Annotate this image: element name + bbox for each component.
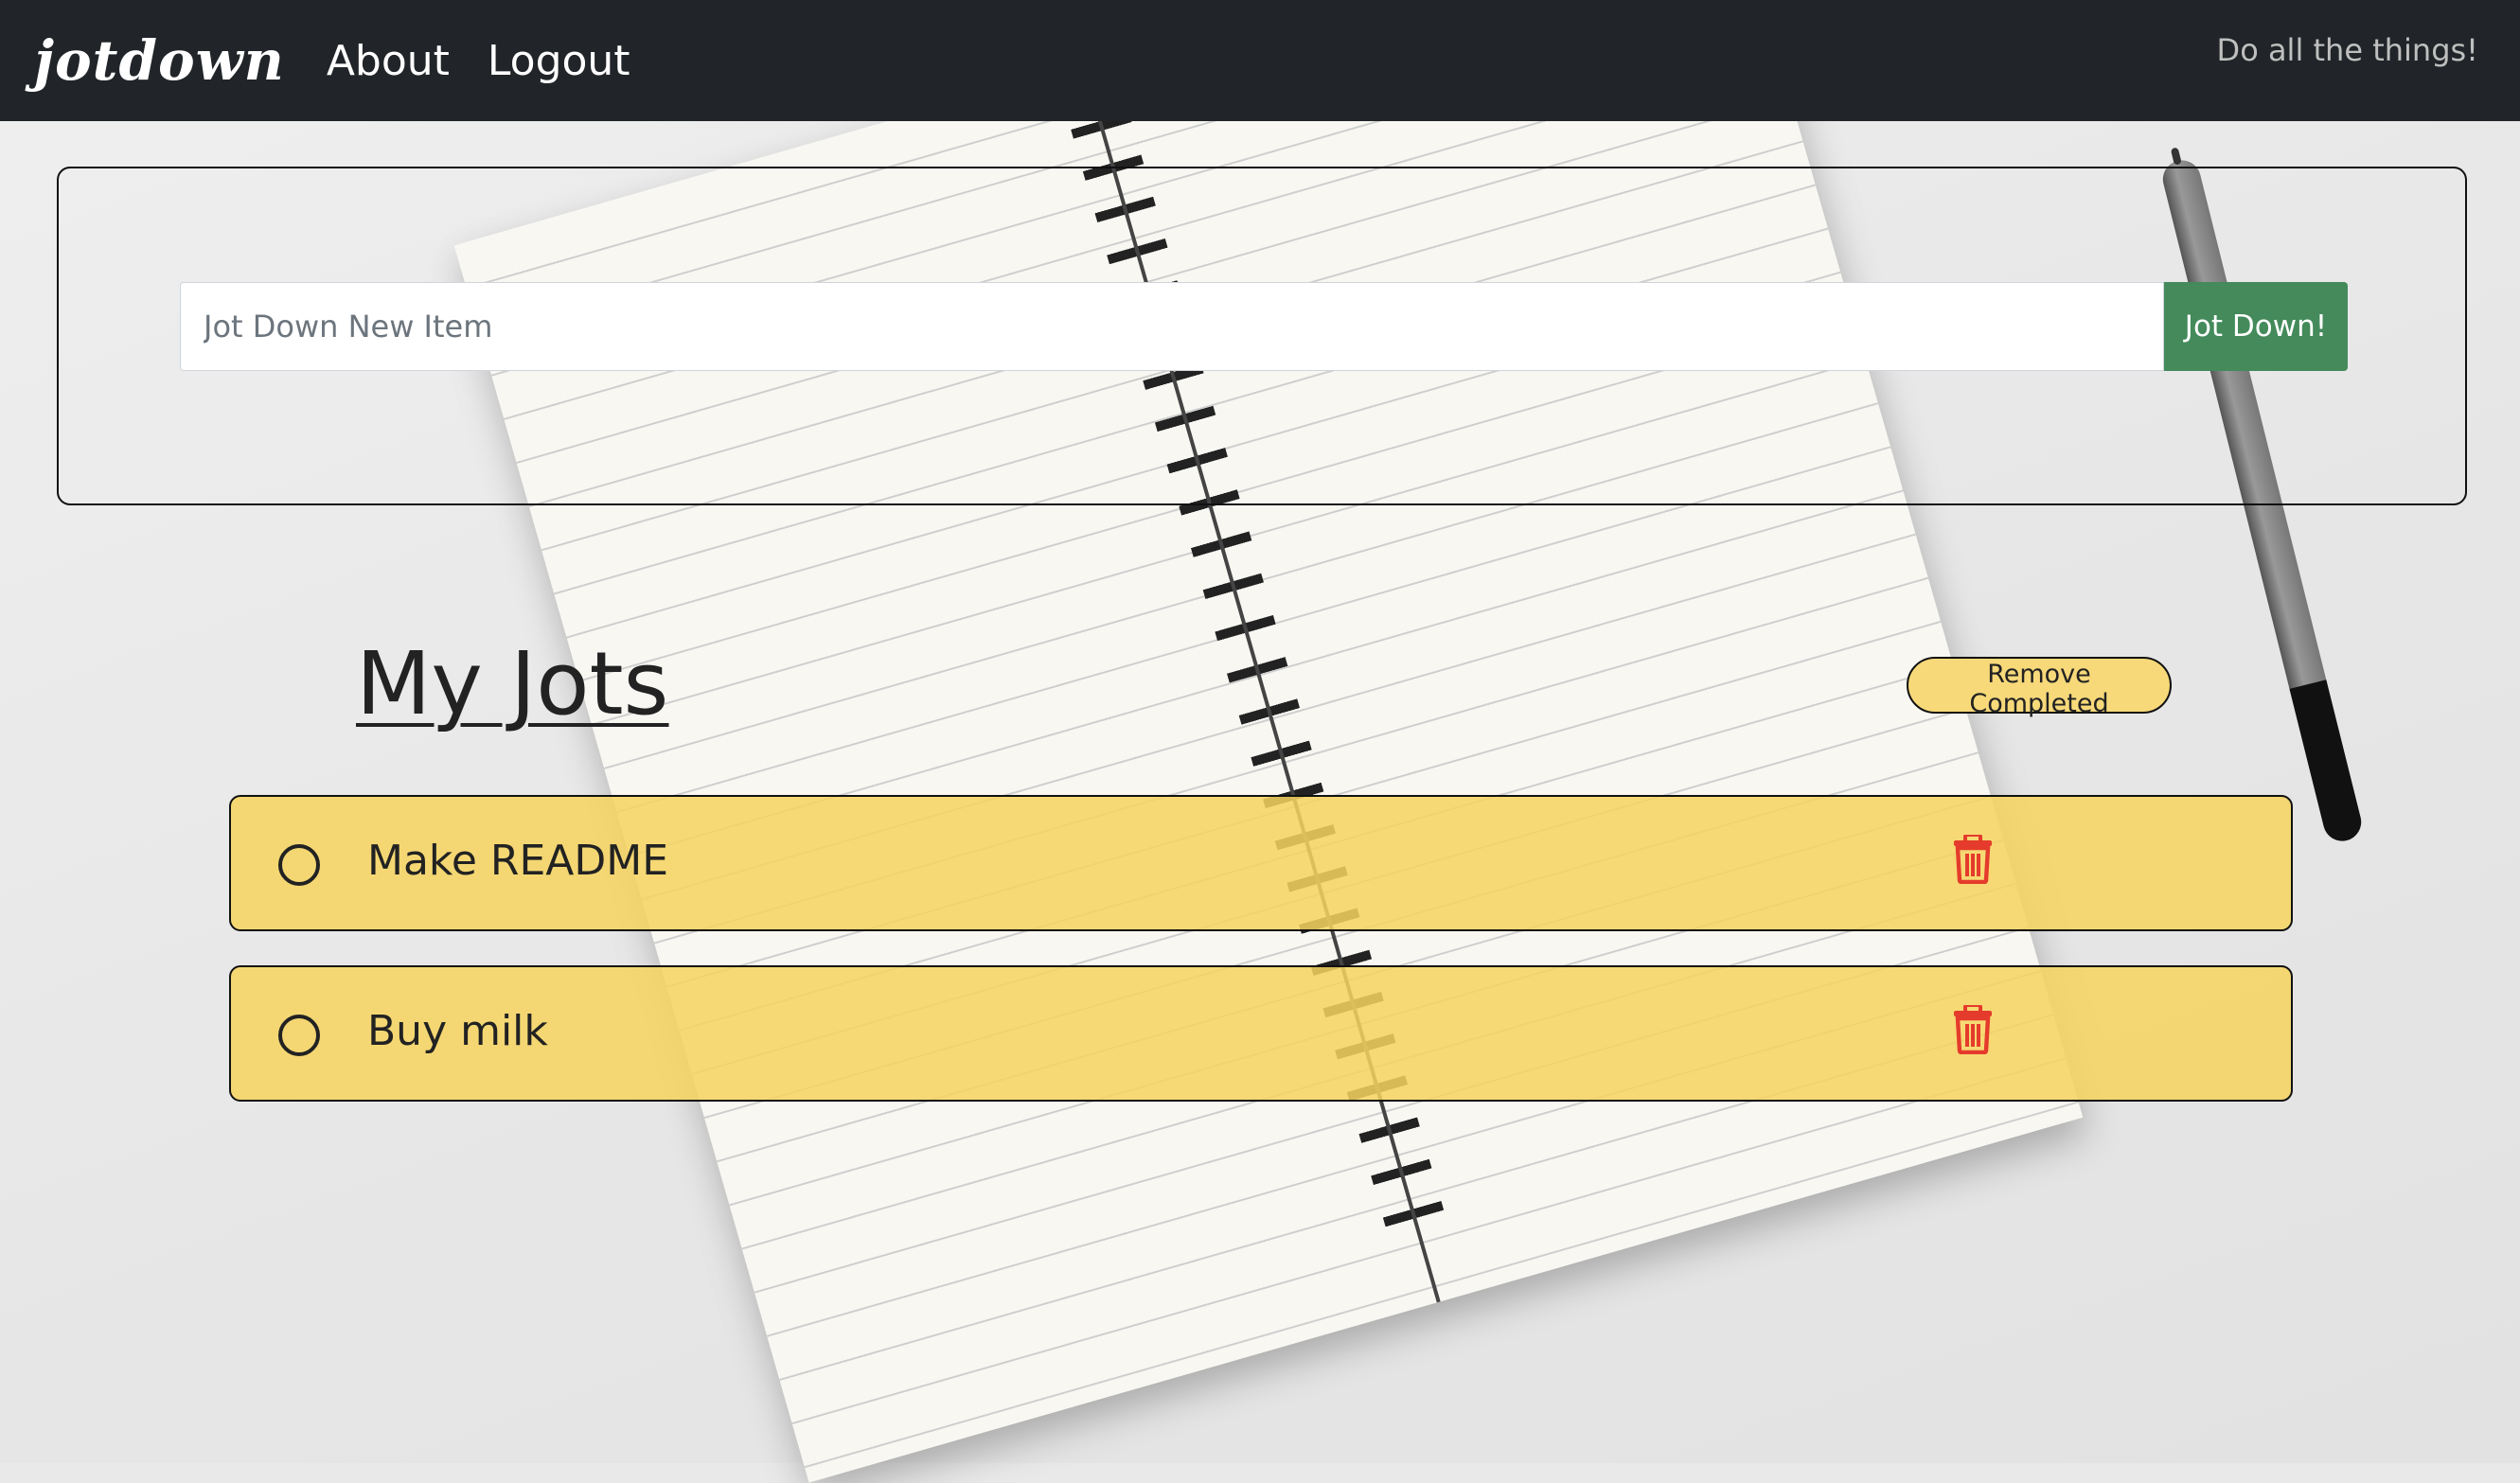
tagline: Do all the things! xyxy=(2216,32,2478,68)
jot-item: Buy milk xyxy=(229,965,2293,1102)
page-title: My Jots xyxy=(356,633,669,734)
trash-icon[interactable] xyxy=(1952,1005,1994,1054)
circle-checkbox-icon[interactable] xyxy=(278,844,320,886)
input-group: Jot Down! xyxy=(180,282,2348,371)
circle-checkbox-icon[interactable] xyxy=(278,1015,320,1056)
nav-link-about[interactable]: About xyxy=(327,37,450,85)
pen-tip xyxy=(2170,147,2182,166)
new-jot-form: Jot Down! xyxy=(57,167,2467,505)
remove-completed-button[interactable]: Remove Completed xyxy=(1907,657,2172,718)
jot-item-text: Make README xyxy=(367,837,669,885)
nav-link-logout[interactable]: Logout xyxy=(488,37,630,85)
brand-logo[interactable]: jotdown xyxy=(34,28,285,93)
pen-grip xyxy=(2289,680,2366,845)
trash-icon[interactable] xyxy=(1952,835,1994,884)
new-jot-input[interactable] xyxy=(180,282,2164,371)
jot-down-button[interactable]: Jot Down! xyxy=(2164,282,2348,371)
navbar: jotdown About Logout Do all the things! xyxy=(0,0,2520,121)
jot-item: Make README xyxy=(229,795,2293,931)
jot-item-text: Buy milk xyxy=(367,1007,548,1055)
